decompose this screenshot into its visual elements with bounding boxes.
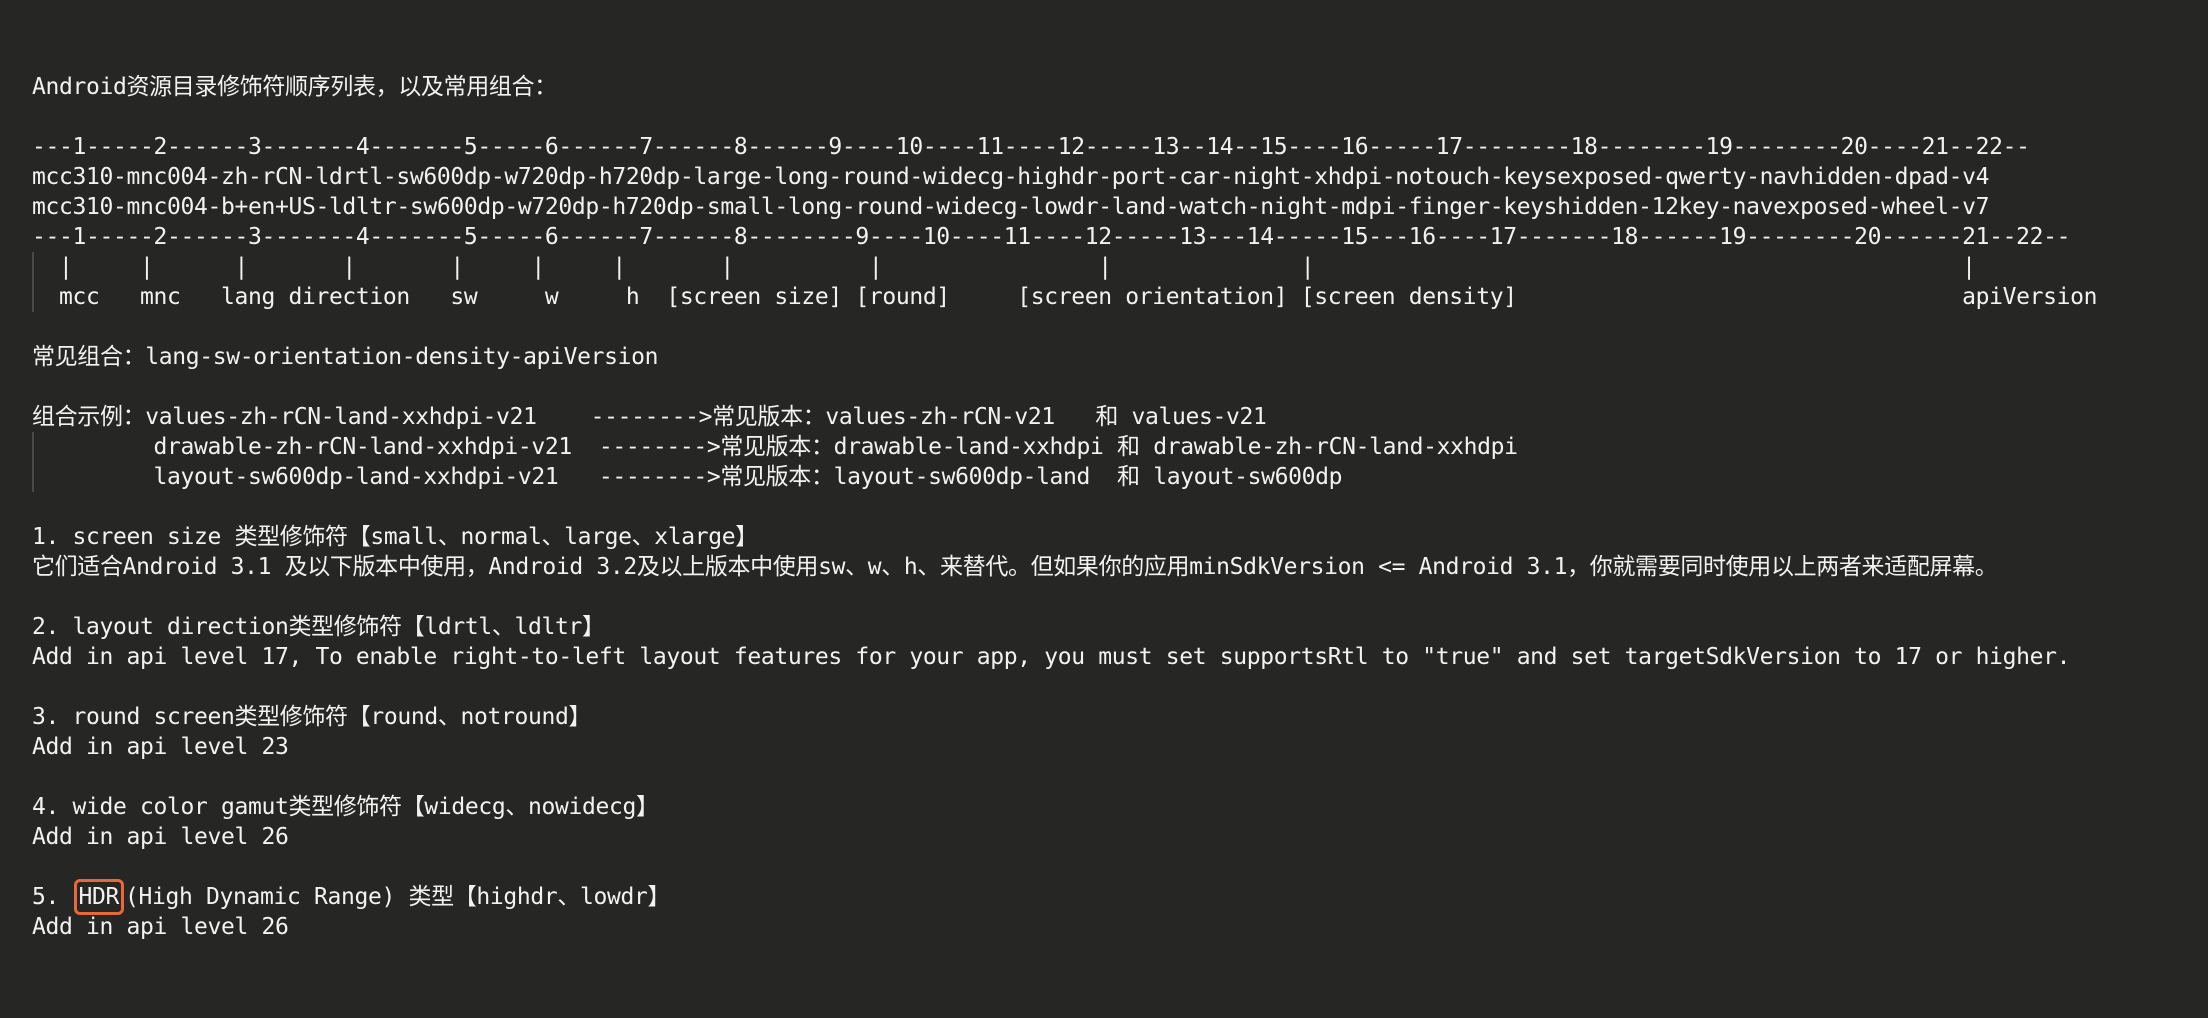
column-pipes: | | | | | | | | | | | |	[32, 254, 1976, 280]
qualifier-example-1: mcc310-mnc004-zh-rCN-ldrtl-sw600dp-w720d…	[32, 164, 1990, 190]
section-1-body: 它们适合Android 3.1 及以下版本中使用，Android 3.2及以上版…	[32, 554, 1998, 580]
combination-example-3: layout-sw600dp-land-xxhdpi-v21 -------->…	[32, 464, 1343, 490]
section-5-title: 5. HDR (High Dynamic Range) 类型【highdr、low…	[32, 879, 2202, 915]
section-3-title: 3. round screen类型修饰符【round、notround】	[32, 704, 592, 730]
section-5-body: Add in api level 26	[32, 914, 289, 940]
page-title: Android资源目录修饰符顺序列表，以及常用组合：	[32, 74, 557, 100]
combination-example-1: 组合示例：values-zh-rCN-land-xxhdpi-v21 -----…	[32, 404, 1267, 430]
common-combination: 常见组合：lang-sw-orientation-density-apiVers…	[32, 344, 659, 370]
column-labels: mcc mnc lang direction sw w h [screen si…	[32, 284, 2098, 310]
index-ruler-top: ---1-----2------3-------4-------5-----6-…	[32, 134, 2030, 160]
section-4-title: 4. wide color gamut类型修饰符【widecg、nowidecg…	[32, 794, 659, 820]
terminal-output[interactable]: Android资源目录修饰符顺序列表，以及常用组合： ---1-----2---…	[32, 72, 2202, 942]
qualifier-example-2: mcc310-mnc004-b+en+US-ldltr-sw600dp-w720…	[32, 194, 1990, 220]
index-ruler-bottom: ---1-----2------3-------4-------5-----6-…	[32, 224, 2071, 250]
combination-example-2: drawable-zh-rCN-land-xxhdpi-v21 --------…	[32, 434, 1518, 460]
section-2-title: 2. layout direction类型修饰符【ldrtl、ldltr】	[32, 614, 605, 640]
section-5-prefix: 5.	[32, 884, 73, 910]
section-3-body: Add in api level 23	[32, 734, 289, 760]
section-1-title: 1. screen size 类型修饰符【small、normal、large、…	[32, 524, 758, 550]
hdr-highlight-box[interactable]: HDR	[73, 879, 124, 915]
section-2-body: Add in api level 17, To enable right-to-…	[32, 644, 2071, 670]
section-4-body: Add in api level 26	[32, 824, 289, 850]
section-5-rest: (High Dynamic Range) 类型【highdr、lowdr】	[125, 884, 671, 910]
